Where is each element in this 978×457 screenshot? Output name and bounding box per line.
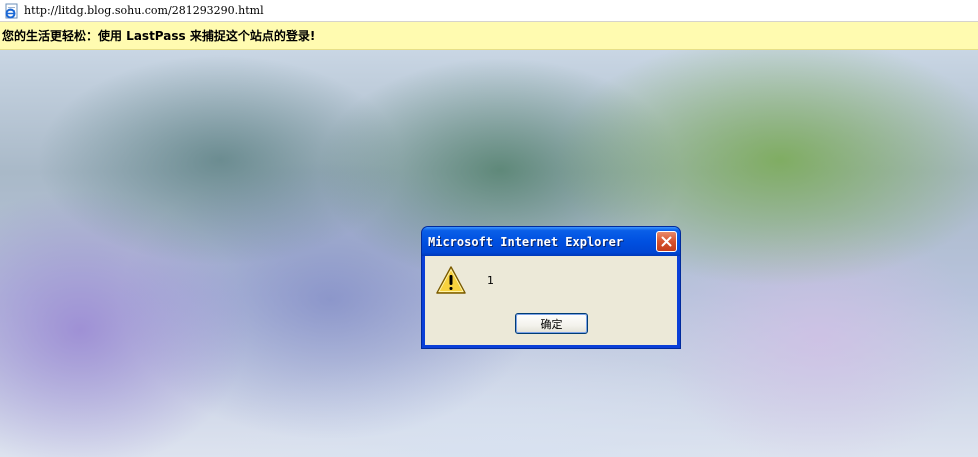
close-button[interactable]	[656, 231, 677, 252]
dialog-message: 1	[487, 274, 494, 287]
lastpass-notification-text: 您的生活更轻松：使用 LastPass 来捕捉这个站点的登录!	[2, 29, 316, 43]
ok-button[interactable]: 确定	[515, 313, 588, 334]
lastpass-notification-bar[interactable]: 您的生活更轻松：使用 LastPass 来捕捉这个站点的登录!	[0, 22, 978, 50]
warning-icon	[435, 265, 467, 297]
address-bar: http://litdg.blog.sohu.com/281293290.htm…	[0, 0, 978, 22]
dialog-title: Microsoft Internet Explorer	[428, 234, 624, 249]
ie-page-icon	[4, 3, 20, 19]
dialog-titlebar[interactable]: Microsoft Internet Explorer	[422, 227, 680, 256]
url-text[interactable]: http://litdg.blog.sohu.com/281293290.htm…	[24, 4, 264, 17]
alert-dialog: Microsoft Internet Explorer 1 确定	[422, 227, 680, 348]
close-icon	[661, 236, 672, 247]
dialog-body: 1 确定	[425, 256, 677, 345]
